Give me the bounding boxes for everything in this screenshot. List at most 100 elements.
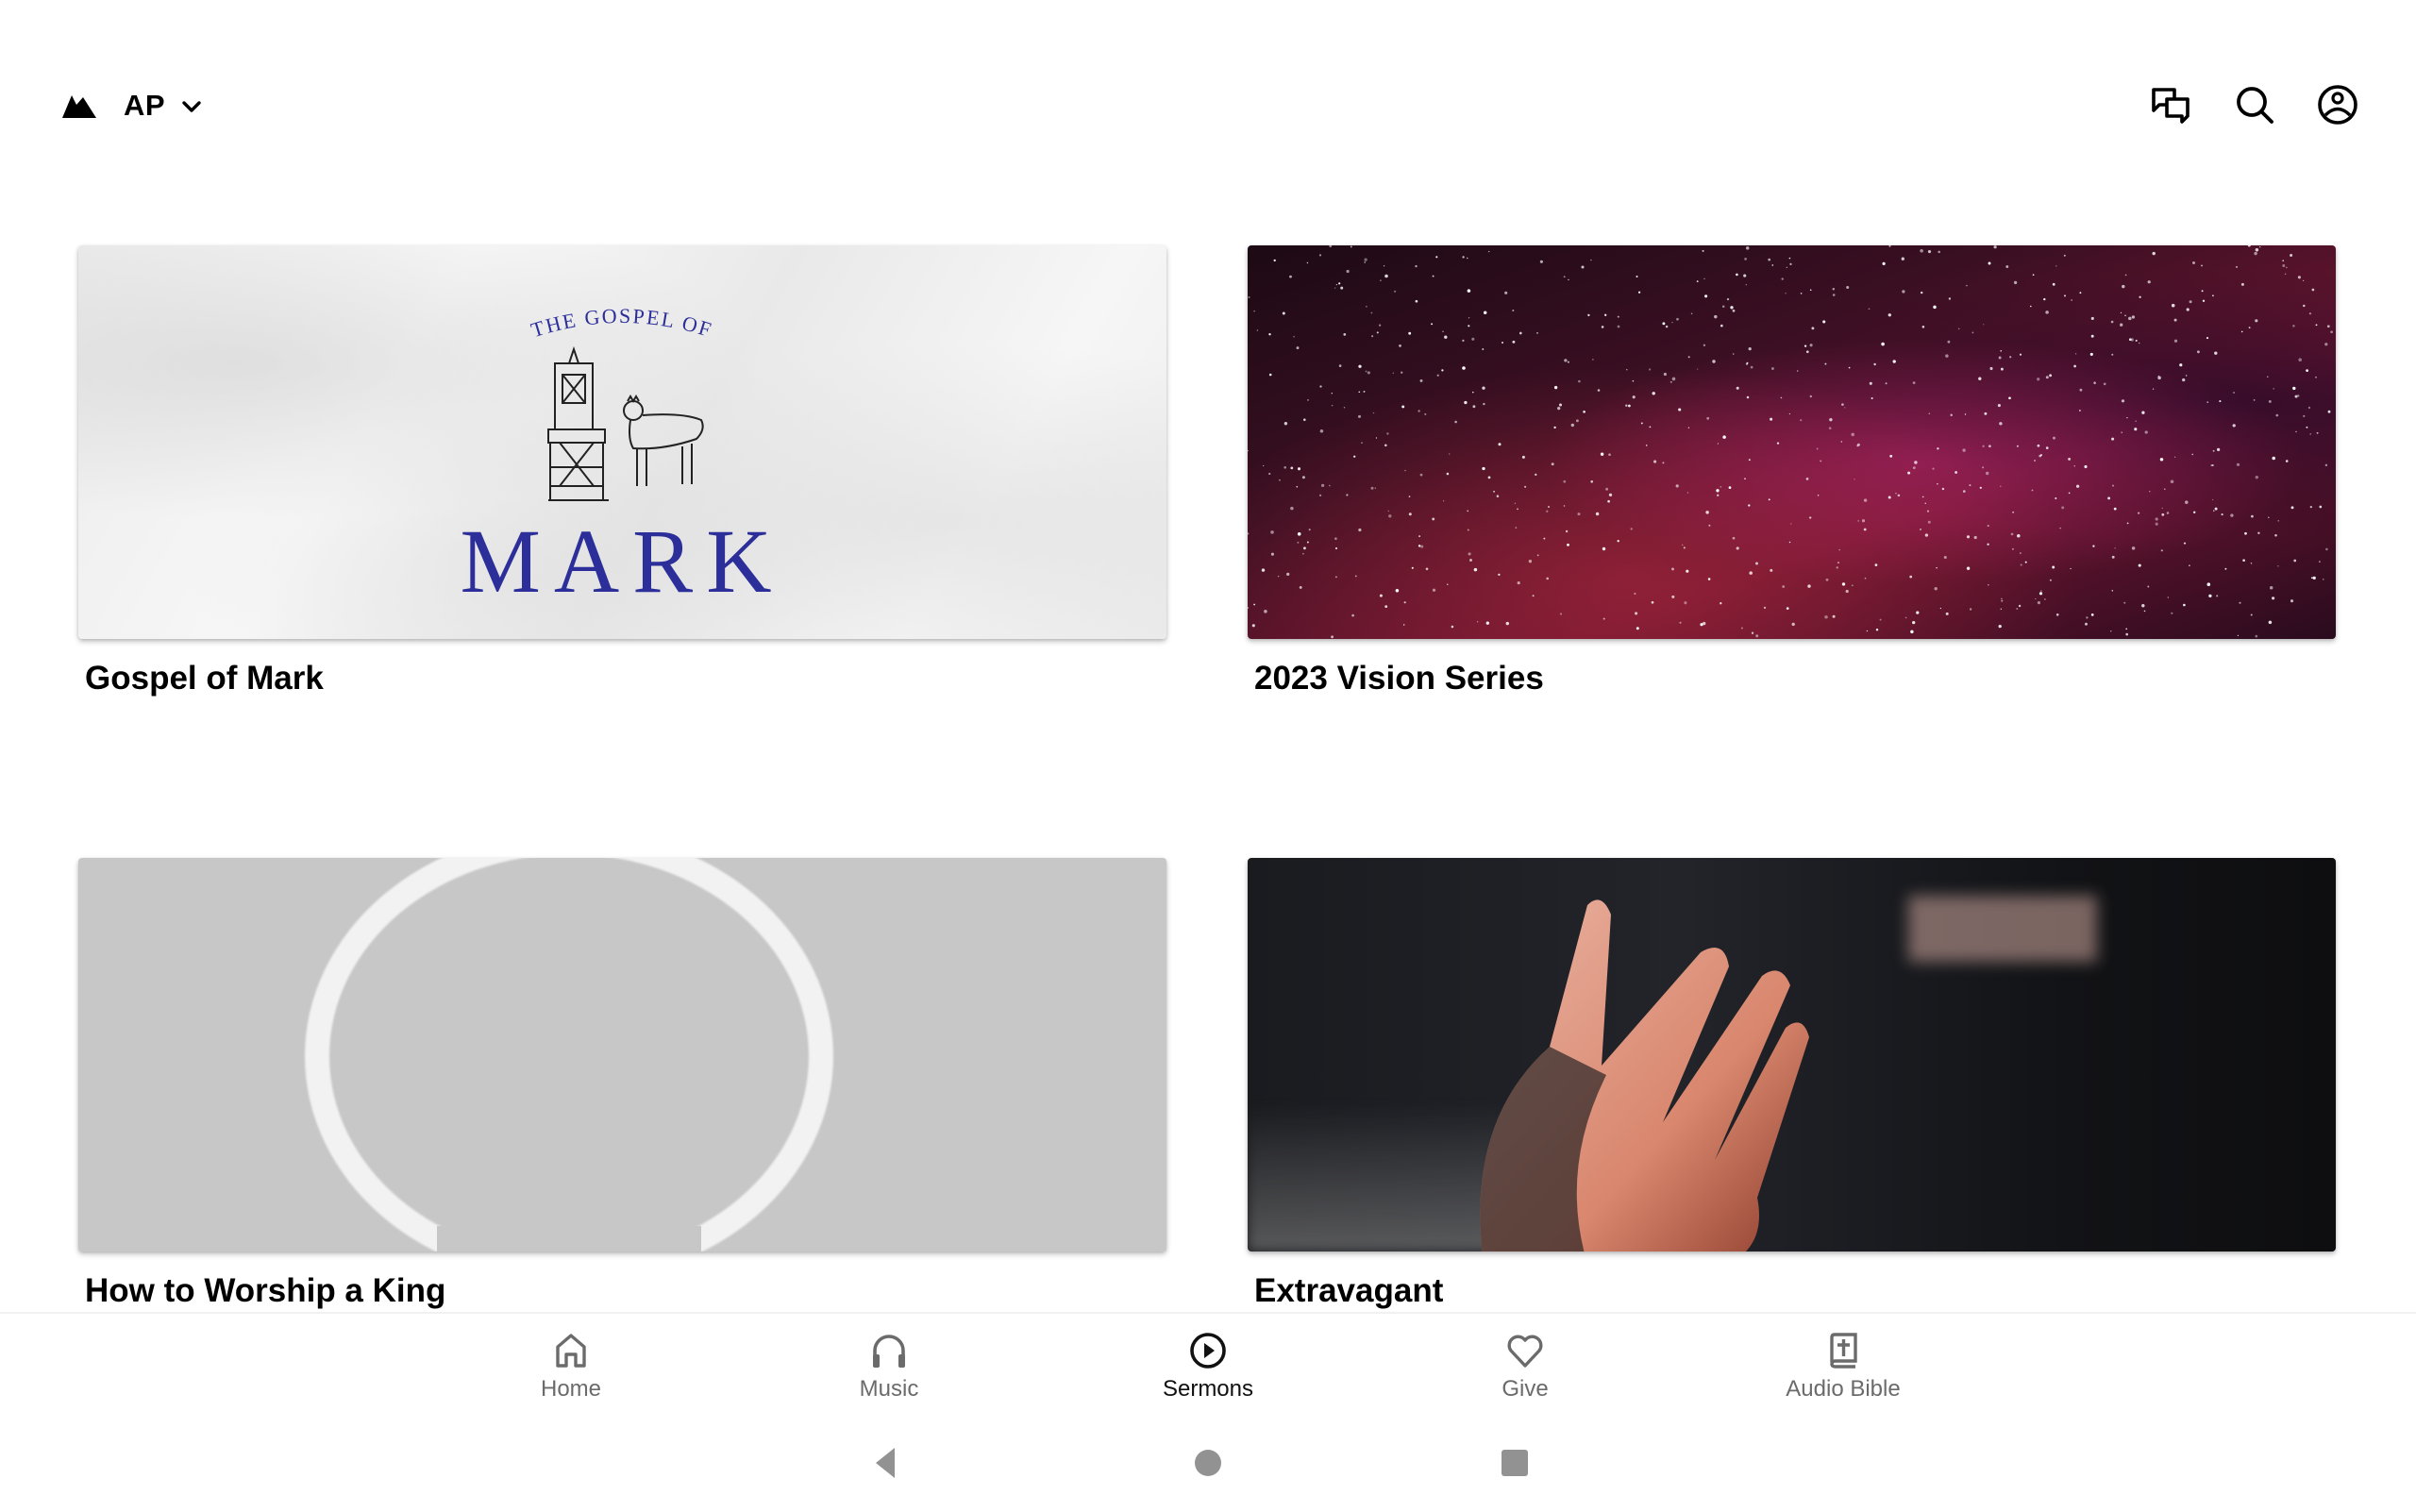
star xyxy=(2272,456,2275,461)
star xyxy=(1702,249,1704,252)
star xyxy=(1785,293,1787,294)
star xyxy=(2152,388,2155,390)
star xyxy=(2020,552,2022,554)
star xyxy=(1290,466,1294,470)
star xyxy=(1969,608,1972,611)
star xyxy=(1912,620,1916,625)
star xyxy=(2219,400,2222,403)
series-title[interactable]: Gospel of Mark xyxy=(85,658,324,699)
nav-item-give[interactable]: Give xyxy=(1431,1331,1619,1406)
star xyxy=(2324,463,2328,467)
series-card[interactable]: 2023 Vision Series xyxy=(1248,245,2336,697)
star xyxy=(1927,520,1931,524)
star xyxy=(1630,528,1633,530)
star xyxy=(1467,510,1469,512)
star xyxy=(1567,543,1569,546)
star xyxy=(1636,627,1639,630)
org-switcher-label[interactable]: AP xyxy=(124,89,165,123)
star xyxy=(2253,399,2256,401)
series-artwork[interactable]: THE GOSPEL OF MARK xyxy=(78,245,1166,639)
star xyxy=(1375,437,1378,439)
star xyxy=(1448,453,1451,455)
star xyxy=(1415,264,1418,268)
star xyxy=(1932,467,1935,470)
star xyxy=(1358,364,1362,368)
star xyxy=(1902,290,1905,294)
star xyxy=(1399,344,1401,347)
star xyxy=(1770,568,1773,572)
star xyxy=(1687,356,1690,359)
star xyxy=(1617,315,1619,318)
nav-item-audio-bible[interactable]: Audio Bible xyxy=(1749,1331,1938,1406)
open-hand-illustration xyxy=(1480,899,1809,1252)
star xyxy=(1557,406,1561,411)
star xyxy=(1543,537,1546,540)
nav-item-home[interactable]: Home xyxy=(477,1331,665,1406)
star xyxy=(1938,250,1940,254)
star xyxy=(2221,513,2223,516)
star xyxy=(2103,382,2106,386)
star xyxy=(2306,426,2308,428)
star xyxy=(1716,489,1720,493)
star xyxy=(1745,362,1749,365)
nav-label: Audio Bible xyxy=(1786,1376,1901,1402)
star xyxy=(2282,260,2284,261)
star xyxy=(2068,457,2072,461)
mountain-logo-icon[interactable] xyxy=(62,92,96,118)
star xyxy=(1299,585,1302,589)
star xyxy=(2191,453,2193,456)
star xyxy=(2164,488,2166,490)
star xyxy=(2315,376,2317,378)
star xyxy=(1979,486,1982,489)
star xyxy=(2009,356,2012,359)
star xyxy=(1675,484,1679,488)
star xyxy=(1329,245,1333,248)
star xyxy=(2309,505,2312,509)
search-button[interactable] xyxy=(2234,84,2275,126)
star xyxy=(1607,499,1610,503)
star xyxy=(1941,487,1945,491)
star xyxy=(2045,446,2049,449)
star xyxy=(2232,424,2236,428)
recents-square-icon[interactable] xyxy=(1496,1444,1534,1482)
series-card[interactable]: Extravagant xyxy=(1248,858,2336,1309)
star xyxy=(2286,266,2288,269)
star xyxy=(2201,264,2203,267)
star xyxy=(1901,257,1904,260)
series-title[interactable]: How to Worship a King xyxy=(85,1270,445,1312)
star xyxy=(1998,624,2002,629)
series-card[interactable]: THE GOSPEL OF MARK Gospel of Mark xyxy=(78,245,1166,697)
star xyxy=(1351,613,1354,617)
series-artwork[interactable] xyxy=(78,858,1166,1252)
star xyxy=(2211,498,2214,501)
star xyxy=(1436,374,1439,377)
star xyxy=(1973,535,1977,540)
star xyxy=(2073,465,2075,467)
star xyxy=(1679,621,1682,624)
messages-button[interactable] xyxy=(2150,84,2191,126)
star xyxy=(1966,284,1968,287)
nav-item-music[interactable]: Music xyxy=(795,1331,983,1406)
star xyxy=(1998,356,2002,360)
chevron-down-icon[interactable] xyxy=(179,94,204,119)
heart-icon xyxy=(1507,1335,1543,1368)
star xyxy=(2255,247,2259,252)
star xyxy=(2160,549,2163,552)
series-title[interactable]: 2023 Vision Series xyxy=(1254,658,1544,699)
series-card[interactable]: How to Worship a King xyxy=(78,858,1166,1309)
star xyxy=(2126,416,2128,419)
bottom-navigation-bar: Home Music Sermons Give Audio Bible xyxy=(0,1312,2416,1512)
back-triangle-icon[interactable] xyxy=(868,1444,906,1482)
series-title[interactable]: Extravagant xyxy=(1254,1270,1443,1312)
nav-item-sermons[interactable]: Sermons xyxy=(1114,1331,1302,1406)
account-button[interactable] xyxy=(2317,84,2358,126)
star xyxy=(1663,372,1667,377)
star xyxy=(1882,261,1886,265)
home-circle-icon[interactable] xyxy=(1189,1444,1227,1482)
series-artwork[interactable] xyxy=(1248,245,2336,639)
series-artwork[interactable] xyxy=(1248,858,2336,1252)
star xyxy=(1363,390,1366,393)
star xyxy=(2120,323,2123,327)
star xyxy=(2250,613,2253,616)
star xyxy=(1786,607,1789,610)
